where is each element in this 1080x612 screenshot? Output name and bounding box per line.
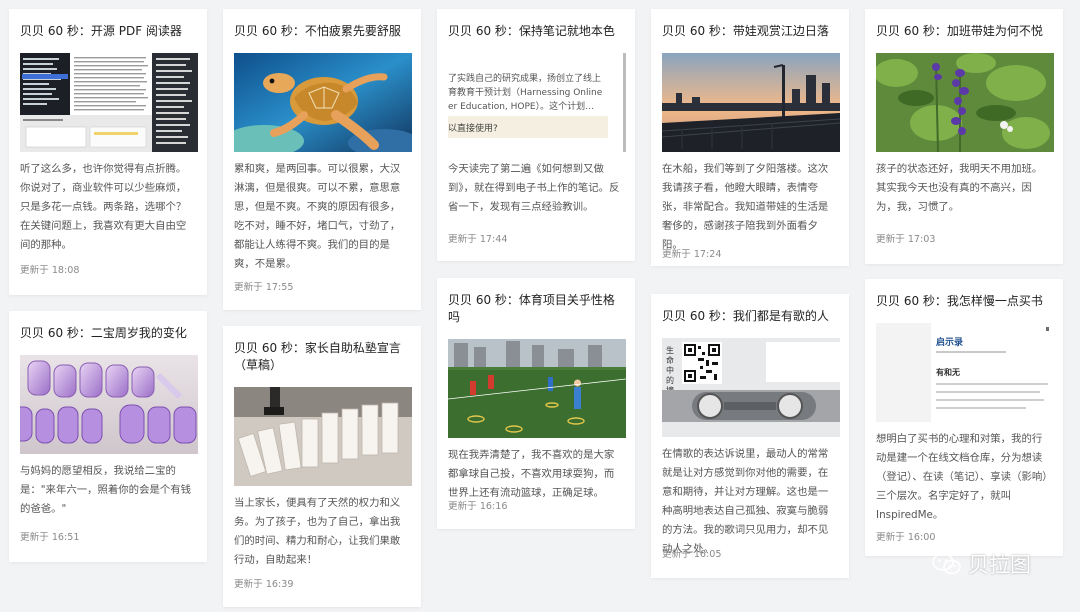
card-excerpt: 在情歌的表达诉说里，最动人的常常就是让对方感觉到你对他的需要，在意和期待，并让对… bbox=[662, 448, 829, 555]
update-time: 更新于 16:00 bbox=[876, 532, 936, 543]
card-title[interactable]: 贝贝 60 秒：家长自助私塾宣言（草稿） bbox=[234, 340, 410, 374]
watermark: 贝拉图 bbox=[932, 549, 1031, 579]
card-excerpt: 当上家长，便具有了天然的权力和义务。为了孩子，也为了自己，拿出我们的时间、精力和… bbox=[234, 497, 401, 566]
thumb-text-line: 了实践自己的研究成果，扬创立了线上 bbox=[448, 74, 602, 84]
update-time: 更新于 18:08 bbox=[20, 265, 80, 276]
thumb-sidebar bbox=[876, 323, 931, 422]
update-time: 更新于 17:03 bbox=[876, 234, 936, 245]
card-title[interactable]: 贝贝 60 秒：保持笔记就地本色 bbox=[448, 23, 624, 40]
thumb-text-line: er Education, HOPE）。这个计划… bbox=[448, 102, 595, 112]
update-time: 更新于 16:16 bbox=[448, 501, 508, 512]
card-excerpt: 累和爽，是两回事。可以很累，大汉淋漓，但是很爽。可以不累，意思意思，但是不爽。不… bbox=[234, 163, 401, 270]
card-title[interactable]: 贝贝 60 秒：带娃观赏江边日落 bbox=[662, 23, 838, 40]
article-card[interactable]: 贝贝 60 秒：家长自助私塾宣言（草稿） 当上家长，便具有了天然的权力和义务。为… bbox=[223, 326, 421, 607]
update-time: 更新于 17:55 bbox=[234, 282, 294, 293]
card-title[interactable]: 贝贝 60 秒：我们都是有歌的人 bbox=[662, 308, 838, 325]
article-card[interactable]: 贝贝 60 秒：体育项目关乎性格吗 现在我弄清楚了，我不喜欢的是大家都拿球自己投… bbox=[437, 278, 635, 529]
card-excerpt: 与妈妈的愿望相反，我说给二宝的是："来年六一，照着你的会是个有钱的爸爸。" bbox=[20, 465, 192, 515]
card-title[interactable]: 贝贝 60 秒：体育项目关乎性格吗 bbox=[448, 292, 624, 326]
thumb-heading: 启示录 bbox=[936, 338, 964, 348]
article-card[interactable]: 贝贝 60 秒：不怕疲累先要舒服 累和爽，是两回事。可以很累，大汉淋漓，但是很爽… bbox=[223, 9, 421, 310]
card-title[interactable]: 贝贝 60 秒：二宝周岁我的变化 bbox=[20, 325, 196, 342]
card-excerpt: 听了这么多，也许你觉得有点折腾。你说对了，商业软件可以少些麻烦，只是多花一点钱。… bbox=[20, 163, 187, 251]
card-thumbnail[interactable] bbox=[234, 53, 412, 152]
card-title[interactable]: 贝贝 60 秒：不怕疲累先要舒服 bbox=[234, 23, 410, 40]
article-card[interactable]: 贝贝 60 秒：我怎样慢一点买书 启示录 有和无 想明白了买书的心理和对策，我的… bbox=[865, 279, 1063, 556]
update-time: 更新于 17:44 bbox=[448, 234, 508, 245]
card-thumbnail[interactable] bbox=[448, 339, 626, 438]
thumb-subheading: 有和无 bbox=[936, 368, 960, 377]
card-title[interactable]: 贝贝 60 秒：我怎样慢一点买书 bbox=[876, 293, 1052, 310]
thumb-text-line: 育教育干预计划（Harnessing Online bbox=[448, 88, 603, 98]
article-card[interactable]: 贝贝 60 秒：加班带娃为何不悦 孩子的状态还好，我明天不用加班。其实我今天也没… bbox=[865, 9, 1063, 264]
card-thumbnail[interactable] bbox=[20, 53, 198, 152]
article-card[interactable]: 贝贝 60 秒：二宝周岁我的变化 与妈妈的愿望相反，我说给二宝的是："来年六一，… bbox=[9, 311, 207, 562]
article-card[interactable]: 贝贝 60 秒：带娃观赏江边日落 在木船，我们等到了夕阳落楼。这次我请孩子看，他… bbox=[651, 9, 849, 266]
update-time: 更新于 16:39 bbox=[234, 579, 294, 590]
card-excerpt: 想明白了买书的心理和对策，我的行动是建一个在线文档仓库，分为想读（登记）、在读（… bbox=[876, 433, 1048, 521]
card-thumbnail[interactable]: 生命中的摘美 bbox=[662, 338, 840, 437]
card-excerpt: 在木船，我们等到了夕阳落楼。这次我请孩子看，他瞪大眼睛，表情夸张，非常配合。我知… bbox=[662, 163, 829, 251]
card-thumbnail[interactable]: 启示录 有和无 bbox=[876, 323, 1054, 422]
card-excerpt: 现在我弄清楚了，我不喜欢的是大家都拿球自己投，不喜欢用球耍狗，而世界上还有流动篮… bbox=[448, 449, 615, 499]
wechat-icon bbox=[932, 553, 961, 575]
card-title[interactable]: 贝贝 60 秒：加班带娃为何不悦 bbox=[876, 23, 1052, 40]
card-thumbnail[interactable] bbox=[234, 387, 412, 486]
article-card[interactable]: 贝贝 60 秒：我们都是有歌的人 生命中的摘美 在情歌的表达诉说里，最动人的常常… bbox=[651, 294, 849, 578]
card-thumbnail[interactable]: 了实践自己的研究成果，扬创立了线上 育教育干预计划（Harnessing Onl… bbox=[448, 53, 626, 152]
card-thumbnail[interactable] bbox=[20, 355, 198, 454]
article-card[interactable]: 贝贝 60 秒：保持笔记就地本色 了实践自己的研究成果，扬创立了线上 育教育干预… bbox=[437, 9, 635, 261]
card-thumbnail[interactable] bbox=[876, 53, 1054, 152]
update-time: 更新于 16:51 bbox=[20, 532, 80, 543]
card-excerpt: 今天读完了第二遍《如何想到又做到》，就在得到电子书上作的笔记。反省一下，发现有三… bbox=[448, 163, 620, 213]
card-excerpt: 孩子的状态还好，我明天不用加班。其实我今天也没有真的不高兴，因为，我，习惯了。 bbox=[876, 163, 1043, 213]
card-title[interactable]: 贝贝 60 秒：开源 PDF 阅读器 bbox=[20, 23, 196, 40]
thumb-text-line: 以直接使用? bbox=[448, 124, 498, 134]
update-time: 更新于 16:05 bbox=[662, 549, 722, 560]
update-time: 更新于 17:24 bbox=[662, 249, 722, 260]
watermark-text: 贝拉图 bbox=[968, 553, 1031, 577]
article-card[interactable]: 贝贝 60 秒：开源 PDF 阅读器 听了这么多，也许你觉得有点折腾。你说对了，… bbox=[9, 9, 207, 295]
thumb-note-highlight: 以直接使用? bbox=[448, 116, 608, 138]
card-thumbnail[interactable] bbox=[662, 53, 840, 152]
